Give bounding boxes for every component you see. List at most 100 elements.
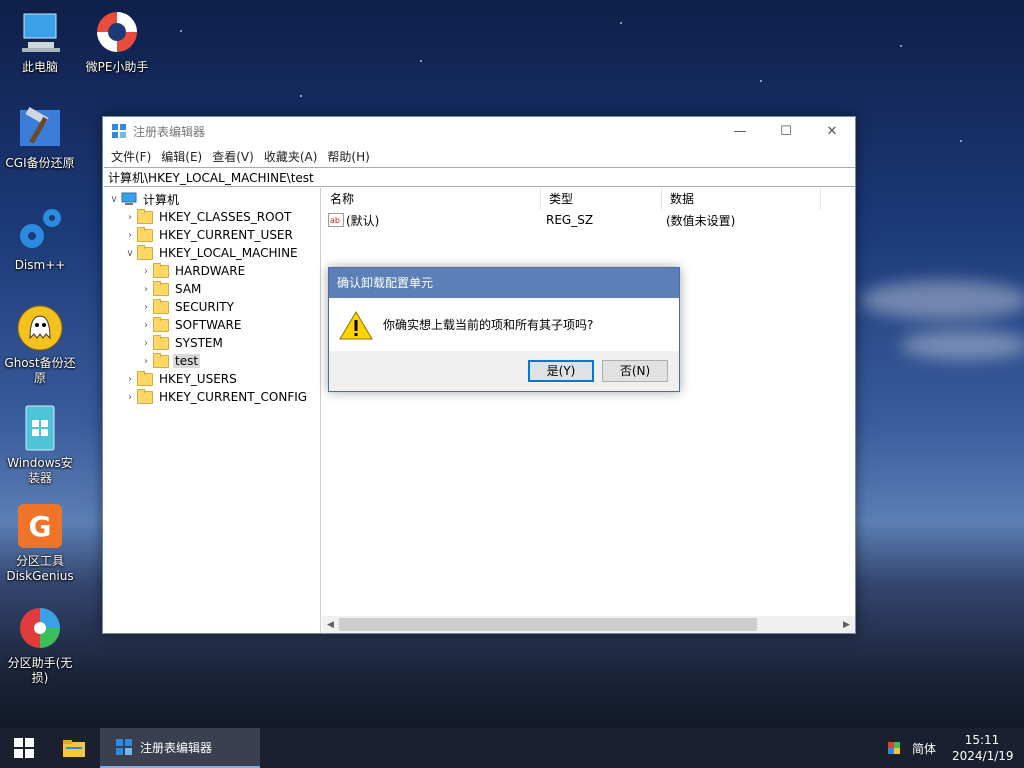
desktop-icon-diskgenius[interactable]: G 分区工具DiskGenius xyxy=(2,502,78,584)
value-type: REG_SZ xyxy=(546,213,594,227)
taskbar-regedit[interactable]: 注册表编辑器 xyxy=(100,728,260,768)
list-header: 名称 类型 数据 xyxy=(322,188,855,210)
warning-icon xyxy=(339,310,373,339)
menubar: 文件(F) 编辑(E) 查看(V) 收藏夹(A) 帮助(H) xyxy=(103,145,855,167)
chevron-right-icon[interactable]: › xyxy=(123,392,137,403)
yes-button[interactable]: 是(Y) xyxy=(528,360,594,382)
desktop-icon-ghost[interactable]: Ghost备份还原 xyxy=(2,304,78,386)
chevron-right-icon[interactable]: › xyxy=(139,356,153,367)
desktop-icon-label: CGI备份还原 xyxy=(5,156,75,170)
chevron-right-icon[interactable]: › xyxy=(139,266,153,277)
tree-item-label: HKEY_CURRENT_CONFIG xyxy=(159,390,308,404)
value-data: (数值未设置) xyxy=(666,213,736,228)
tree-item-label: SYSTEM xyxy=(175,336,223,350)
expand-arrow-icon[interactable]: ∨ xyxy=(123,248,137,259)
folder-icon xyxy=(153,334,169,350)
desktop-icon-label: Ghost备份还原 xyxy=(4,356,76,385)
windows-logo-icon xyxy=(14,738,34,758)
chevron-right-icon[interactable]: › xyxy=(123,230,137,241)
folder-icon xyxy=(137,208,153,224)
menu-file[interactable]: 文件(F) xyxy=(107,148,155,165)
folder-icon xyxy=(153,352,169,368)
lifebuoy-icon xyxy=(93,8,141,56)
window-titlebar[interactable]: 注册表编辑器 — ☐ ✕ xyxy=(103,117,855,145)
clock[interactable]: 15:11 2024/1/19 xyxy=(952,732,1014,764)
desktop-icon-label: Dism++ xyxy=(14,258,66,272)
start-button[interactable] xyxy=(0,728,48,768)
no-button[interactable]: 否(N) xyxy=(602,360,668,382)
desktop-icon-windows-installer[interactable]: Windows安装器 xyxy=(2,404,78,486)
chevron-right-icon[interactable]: › xyxy=(139,320,153,331)
menu-favorites[interactable]: 收藏夹(A) xyxy=(260,148,322,165)
folder-icon xyxy=(153,262,169,278)
desktop-icon-label: 分区工具DiskGenius xyxy=(6,554,74,583)
folder-icon xyxy=(153,280,169,296)
desktop-icon-this-pc[interactable]: 此电脑 xyxy=(2,8,78,75)
scrollbar-thumb[interactable] xyxy=(339,618,757,631)
svg-text:G: G xyxy=(29,510,52,543)
tree-item-hkcr[interactable]: › HKEY_CLASSES_ROOT xyxy=(123,208,293,226)
tree-item-hkcu[interactable]: › HKEY_CURRENT_USER xyxy=(123,226,295,244)
tree-item-hkcc[interactable]: › HKEY_CURRENT_CONFIG xyxy=(123,388,309,406)
tree-item-security[interactable]: › SECURITY xyxy=(139,298,236,316)
diskgenius-icon: G xyxy=(16,502,64,550)
tree-item-hardware[interactable]: › HARDWARE xyxy=(139,262,247,280)
scroll-left-icon[interactable]: ◀ xyxy=(322,616,339,633)
folder-icon xyxy=(137,388,153,404)
chevron-right-icon[interactable]: › xyxy=(139,284,153,295)
color-display-icon[interactable] xyxy=(885,740,902,756)
desktop-icon-pe-helper[interactable]: 微PE小助手 xyxy=(79,8,155,75)
ime-indicator[interactable]: 简体 xyxy=(912,740,936,757)
chevron-right-icon[interactable]: › xyxy=(139,338,153,349)
chevron-right-icon[interactable]: › xyxy=(139,302,153,313)
list-item[interactable]: ab (默认) REG_SZ (数值未设置) xyxy=(322,210,855,230)
tree-item-system[interactable]: › SYSTEM xyxy=(139,334,225,352)
desktop-icon-label: 分区助手(无损) xyxy=(7,656,73,685)
desktop-icon-cgi[interactable]: CGI备份还原 xyxy=(2,104,78,171)
folder-icon xyxy=(153,298,169,314)
minimize-button[interactable]: — xyxy=(717,117,763,145)
dialog-message: 你确实想上载当前的项和所有其子项吗? xyxy=(383,318,594,332)
tree-item-label: HKEY_USERS xyxy=(159,372,237,386)
column-header-data[interactable]: 数据 xyxy=(662,188,821,210)
key-tree[interactable]: ∨ 计算机 › HKEY_CLASSES_ROOT › HKEY_CURRENT… xyxy=(103,188,321,633)
expand-arrow-icon[interactable]: ∨ xyxy=(107,194,121,205)
desktop-icon-dism[interactable]: Dism++ xyxy=(2,206,78,273)
folder-icon xyxy=(137,370,153,386)
close-button[interactable]: ✕ xyxy=(809,117,855,145)
tree-item-hklm[interactable]: ∨ HKEY_LOCAL_MACHINE xyxy=(123,244,300,262)
chevron-right-icon[interactable]: › xyxy=(123,212,137,223)
desktop-icon-partition-assistant[interactable]: 分区助手(无损) xyxy=(2,604,78,686)
column-header-type[interactable]: 类型 xyxy=(541,188,662,210)
regedit-icon xyxy=(116,739,132,755)
tree-item-sam[interactable]: › SAM xyxy=(139,280,203,298)
desktop-icon-label: Windows安装器 xyxy=(7,456,73,485)
tree-item-software[interactable]: › SOFTWARE xyxy=(139,316,243,334)
clock-date: 2024/1/19 xyxy=(952,749,1014,763)
value-name: (默认) xyxy=(346,213,380,228)
tree-item-label: SAM xyxy=(175,282,202,296)
chevron-right-icon[interactable]: › xyxy=(123,374,137,385)
confirm-unload-dialog[interactable]: 确认卸载配置单元 你确实想上载当前的项和所有其子项吗? 是(Y) 否(N) xyxy=(328,267,680,392)
maximize-button[interactable]: ☐ xyxy=(763,117,809,145)
horizontal-scrollbar[interactable]: ◀ ▶ xyxy=(322,616,855,633)
menu-edit[interactable]: 编辑(E) xyxy=(157,148,206,165)
menu-view[interactable]: 查看(V) xyxy=(208,148,258,165)
tree-item-label: SECURITY xyxy=(175,300,234,314)
scroll-right-icon[interactable]: ▶ xyxy=(838,616,855,633)
folder-icon xyxy=(63,740,85,757)
address-bar[interactable]: 计算机\HKEY_LOCAL_MACHINE\test xyxy=(104,167,855,187)
address-text: 计算机\HKEY_LOCAL_MACHINE\test xyxy=(108,170,314,185)
column-header-name[interactable]: 名称 xyxy=(322,188,541,210)
folder-icon xyxy=(137,226,153,242)
menu-help[interactable]: 帮助(H) xyxy=(323,148,373,165)
hammer-icon xyxy=(16,104,64,152)
tree-item-computer[interactable]: ∨ 计算机 xyxy=(107,190,181,208)
tree-item-label: SOFTWARE xyxy=(175,318,242,332)
taskbar-file-explorer[interactable] xyxy=(48,728,100,768)
desktop-icon-label: 此电脑 xyxy=(21,60,58,74)
tree-item-test[interactable]: › test xyxy=(139,352,201,370)
tree-item-hku[interactable]: › HKEY_USERS xyxy=(123,370,239,388)
value-list[interactable]: 名称 类型 数据 ab (默认) REG_SZ (数值未设置) ◀ ▶ xyxy=(322,188,855,633)
computer-icon xyxy=(121,192,137,205)
